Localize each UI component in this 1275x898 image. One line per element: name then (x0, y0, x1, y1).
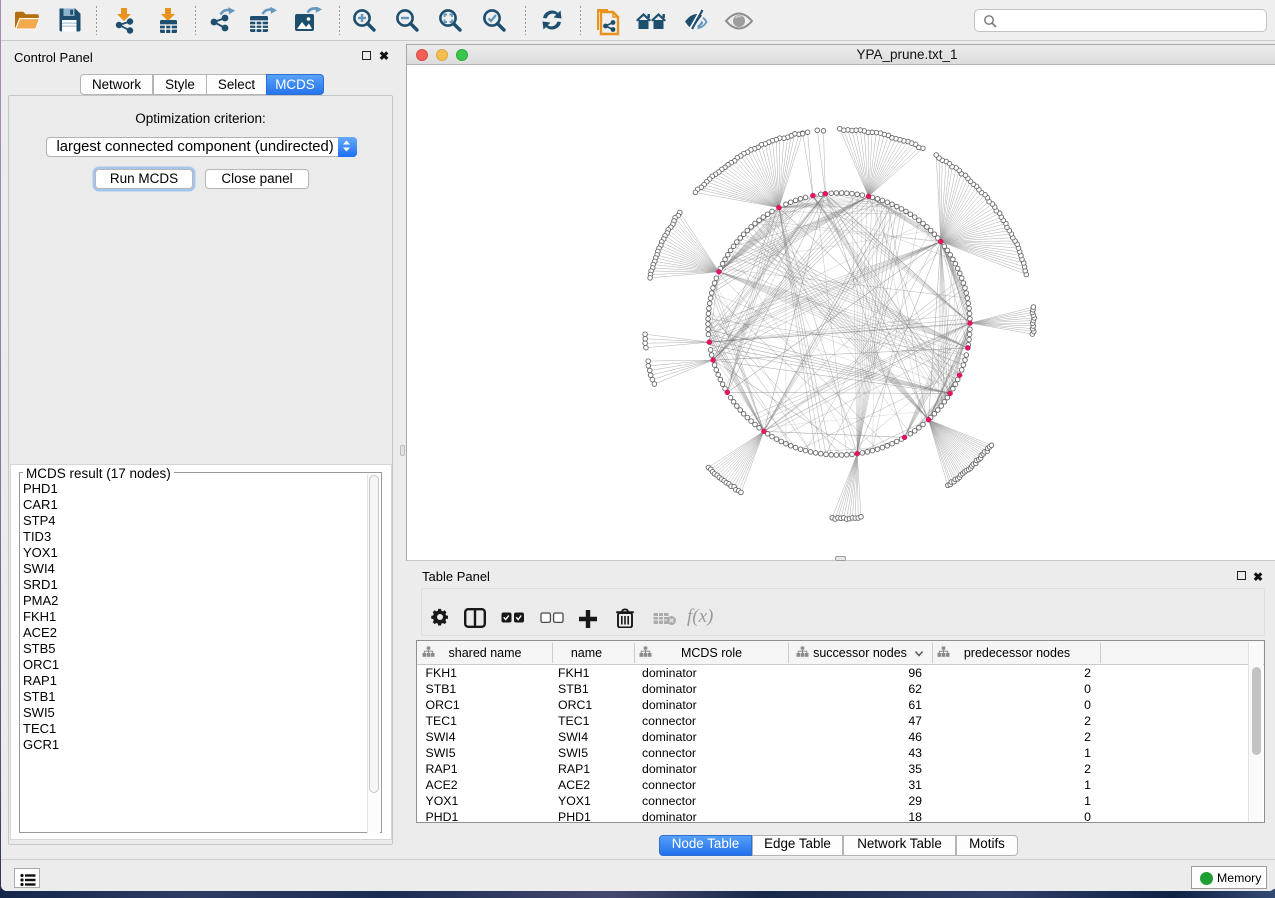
svg-text:f(x): f(x) (687, 606, 713, 627)
